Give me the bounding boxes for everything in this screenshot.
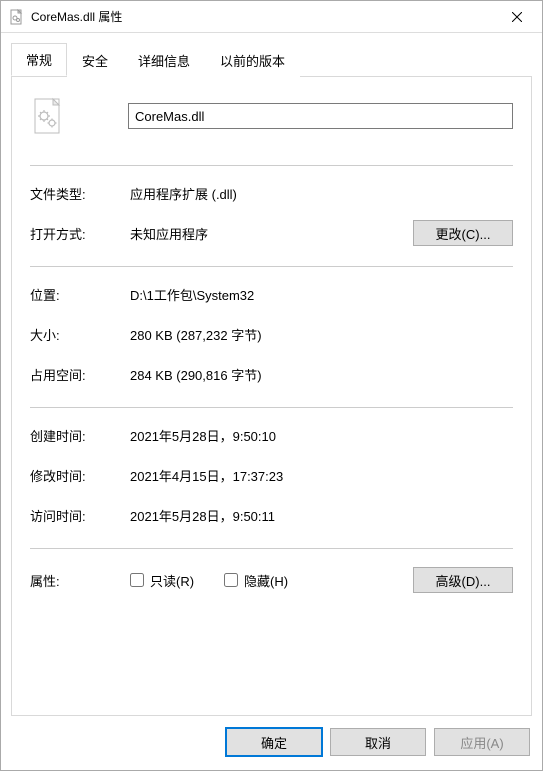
value-location: D:\1工作包\System32: [130, 285, 513, 304]
row-sizeondisk: 占用空间: 284 KB (290,816 字节): [30, 361, 513, 387]
value-created: 2021年5月28日，9:50:10: [130, 426, 513, 445]
divider: [30, 548, 513, 549]
gear-file-icon: [9, 9, 25, 25]
label-openwith: 打开方式:: [30, 224, 130, 243]
ok-button[interactable]: 确定: [226, 728, 322, 756]
label-sizeondisk: 占用空间:: [30, 365, 130, 384]
close-button[interactable]: [494, 2, 540, 32]
window-title: CoreMas.dll 属性: [31, 8, 494, 25]
divider: [30, 266, 513, 267]
value-modified: 2021年4月15日，17:37:23: [130, 466, 513, 485]
label-modified: 修改时间:: [30, 466, 130, 485]
hidden-checkbox-wrap[interactable]: 隐藏(H): [224, 571, 288, 590]
apply-button[interactable]: 应用(A): [434, 728, 530, 756]
divider: [30, 165, 513, 166]
filename-row: [30, 95, 513, 137]
readonly-checkbox[interactable]: [130, 573, 144, 587]
value-sizeondisk: 284 KB (290,816 字节): [130, 365, 513, 384]
tab-previous-versions[interactable]: 以前的版本: [205, 44, 300, 77]
value-size: 280 KB (287,232 字节): [130, 325, 513, 344]
row-size: 大小: 280 KB (287,232 字节): [30, 321, 513, 347]
title-bar: CoreMas.dll 属性: [1, 1, 542, 33]
readonly-checkbox-wrap[interactable]: 只读(R): [130, 571, 194, 590]
row-location: 位置: D:\1工作包\System32: [30, 281, 513, 307]
properties-dialog: CoreMas.dll 属性 常规 安全 详细信息 以前的版本: [0, 0, 543, 771]
divider: [30, 407, 513, 408]
row-accessed: 访问时间: 2021年5月28日，9:50:11: [30, 502, 513, 528]
value-openwith: 未知应用程序: [130, 224, 413, 243]
cancel-button[interactable]: 取消: [330, 728, 426, 756]
row-created: 创建时间: 2021年5月28日，9:50:10: [30, 422, 513, 448]
advanced-button[interactable]: 高级(D)...: [413, 567, 513, 593]
label-filetype: 文件类型:: [30, 184, 130, 203]
hidden-label: 隐藏(H): [244, 571, 288, 590]
tab-general[interactable]: 常规: [11, 43, 67, 76]
row-filetype: 文件类型: 应用程序扩展 (.dll): [30, 180, 513, 206]
tab-details[interactable]: 详细信息: [123, 44, 205, 77]
label-size: 大小:: [30, 325, 130, 344]
tab-strip: 常规 安全 详细信息 以前的版本: [11, 43, 532, 76]
row-attributes: 属性: 只读(R) 隐藏(H) 高级(D)...: [30, 567, 513, 593]
label-attributes: 属性:: [30, 571, 130, 590]
row-modified: 修改时间: 2021年4月15日，17:37:23: [30, 462, 513, 488]
value-filetype: 应用程序扩展 (.dll): [130, 184, 513, 203]
button-bar: 确定 取消 应用(A): [1, 716, 542, 770]
label-location: 位置:: [30, 285, 130, 304]
label-accessed: 访问时间:: [30, 506, 130, 525]
file-icon: [28, 95, 70, 137]
change-button[interactable]: 更改(C)...: [413, 220, 513, 246]
row-openwith: 打开方式: 未知应用程序 更改(C)...: [30, 220, 513, 246]
filename-input[interactable]: [128, 103, 513, 129]
tab-page-general: 文件类型: 应用程序扩展 (.dll) 打开方式: 未知应用程序 更改(C)..…: [11, 76, 532, 716]
readonly-label: 只读(R): [150, 571, 194, 590]
client-area: 常规 安全 详细信息 以前的版本: [1, 33, 542, 716]
value-accessed: 2021年5月28日，9:50:11: [130, 506, 513, 525]
tab-security[interactable]: 安全: [67, 44, 123, 77]
hidden-checkbox[interactable]: [224, 573, 238, 587]
label-created: 创建时间:: [30, 426, 130, 445]
